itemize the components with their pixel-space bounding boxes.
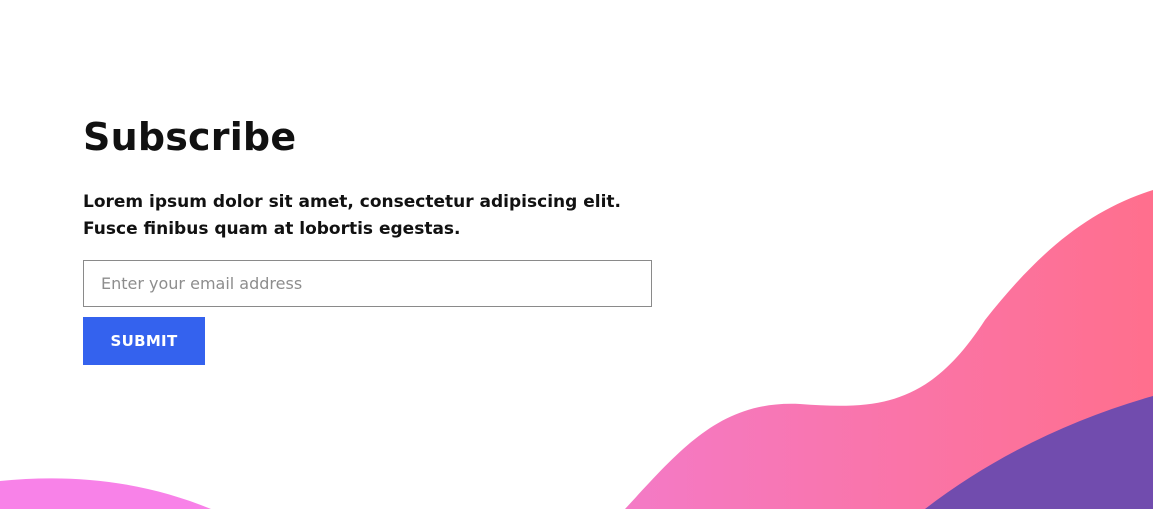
magenta-blob-shape [0,478,211,509]
email-field[interactable] [83,260,652,307]
subscribe-section: Subscribe Lorem ipsum dolor sit amet, co… [83,112,663,365]
subscribe-description: Lorem ipsum dolor sit amet, consectetur … [83,192,621,239]
submit-button[interactable]: SUBMIT [83,317,205,365]
page-title: Subscribe [83,115,297,159]
